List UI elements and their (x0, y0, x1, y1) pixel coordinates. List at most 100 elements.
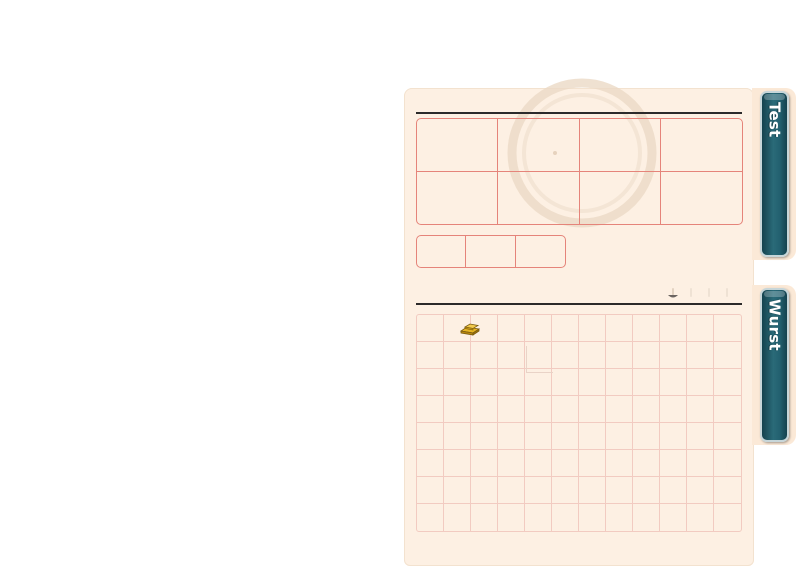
tab-test[interactable]: Test (760, 91, 789, 257)
gold-bars-icon[interactable] (459, 322, 483, 336)
inventory-slot[interactable] (660, 315, 687, 342)
inventory-slot[interactable] (471, 369, 498, 396)
inventory-slot[interactable] (579, 315, 606, 342)
inventory-slot[interactable] (525, 396, 552, 423)
inventory-slot[interactable] (579, 477, 606, 504)
inventory-slot[interactable] (525, 315, 552, 342)
quick-slot[interactable] (417, 236, 467, 267)
inventory-slot[interactable] (417, 423, 444, 450)
inventory-slot[interactable] (552, 450, 579, 477)
page-tick[interactable] (726, 288, 728, 297)
inventory-slot[interactable] (498, 369, 525, 396)
inventory-slot[interactable] (498, 315, 525, 342)
inventory-slot[interactable] (606, 504, 633, 531)
tab-wurst[interactable]: Wurst (760, 288, 789, 442)
equipment-slot[interactable] (417, 119, 499, 172)
inventory-slot[interactable] (660, 423, 687, 450)
inventory-slot[interactable] (525, 477, 552, 504)
equipment-slot[interactable] (498, 171, 580, 224)
equipment-slot[interactable] (579, 119, 661, 172)
inventory-slot[interactable] (714, 450, 741, 477)
inventory-slot[interactable] (552, 504, 579, 531)
inventory-slot[interactable] (417, 315, 444, 342)
inventory-slot[interactable] (471, 504, 498, 531)
inventory-slot[interactable] (687, 369, 714, 396)
inventory-slot[interactable] (660, 450, 687, 477)
inventory-slot[interactable] (714, 342, 741, 369)
inventory-slot[interactable] (444, 396, 471, 423)
inventory-slot[interactable] (525, 369, 552, 396)
inventory-slot[interactable] (606, 369, 633, 396)
inventory-slot[interactable] (714, 477, 741, 504)
inventory-slot[interactable] (633, 342, 660, 369)
inventory-slot[interactable] (525, 450, 552, 477)
inventory-slot[interactable] (444, 342, 471, 369)
inventory-slot[interactable] (606, 342, 633, 369)
inventory-slot[interactable] (606, 450, 633, 477)
inventory-slot[interactable] (417, 369, 444, 396)
inventory-slot[interactable] (552, 369, 579, 396)
inventory-slot[interactable] (579, 450, 606, 477)
inventory-slot[interactable] (714, 396, 741, 423)
inventory-slot[interactable] (687, 477, 714, 504)
equipment-slot[interactable] (580, 171, 661, 224)
equipment-slot[interactable] (661, 172, 742, 225)
inventory-slot[interactable] (444, 450, 471, 477)
inventory-slot[interactable] (633, 504, 660, 531)
inventory-slot[interactable] (633, 450, 660, 477)
inventory-slot[interactable] (714, 369, 741, 396)
inventory-slot[interactable] (498, 396, 525, 423)
inventory-slot[interactable] (552, 342, 579, 369)
inventory-slot[interactable] (579, 423, 606, 450)
inventory-slot[interactable] (633, 477, 660, 504)
inventory-slot[interactable] (471, 342, 498, 369)
inventory-slot[interactable] (498, 450, 525, 477)
inventory-slot[interactable] (687, 342, 714, 369)
inventory-slot[interactable] (552, 423, 579, 450)
page-tick[interactable] (690, 288, 692, 297)
inventory-slot[interactable] (714, 315, 741, 342)
inventory-slot[interactable] (660, 504, 687, 531)
inventory-slot[interactable] (552, 315, 579, 342)
inventory-slot[interactable] (606, 315, 633, 342)
inventory-slot[interactable] (417, 504, 444, 531)
inventory-slot[interactable] (579, 396, 606, 423)
inventory-slot[interactable] (633, 315, 660, 342)
inventory-slot[interactable] (498, 423, 525, 450)
inventory-slot[interactable] (606, 396, 633, 423)
inventory-slot[interactable] (417, 477, 444, 504)
inventory-slot[interactable] (417, 342, 444, 369)
inventory-slot[interactable] (498, 342, 525, 369)
quick-slot[interactable] (516, 236, 565, 267)
inventory-slot[interactable] (687, 396, 714, 423)
inventory-slot[interactable] (687, 504, 714, 531)
inventory-slot[interactable] (444, 423, 471, 450)
quick-slot[interactable] (466, 236, 516, 267)
inventory-slot[interactable] (714, 504, 741, 531)
inventory-slot[interactable] (525, 504, 552, 531)
inventory-slot[interactable] (444, 369, 471, 396)
inventory-slot[interactable] (714, 423, 741, 450)
equipment-slot[interactable] (498, 119, 580, 172)
inventory-slot[interactable] (660, 369, 687, 396)
inventory-slot[interactable] (471, 477, 498, 504)
inventory-slot[interactable] (687, 450, 714, 477)
inventory-slot[interactable] (552, 396, 579, 423)
inventory-slot[interactable] (660, 342, 687, 369)
inventory-slot[interactable] (660, 396, 687, 423)
inventory-slot[interactable] (633, 369, 660, 396)
inventory-slot[interactable] (471, 423, 498, 450)
inventory-slot[interactable] (633, 396, 660, 423)
inventory-slot[interactable] (417, 396, 444, 423)
inventory-slot[interactable] (660, 477, 687, 504)
inventory-slot[interactable] (471, 396, 498, 423)
inventory-slot[interactable] (552, 477, 579, 504)
inventory-slot[interactable] (417, 450, 444, 477)
inventory-slot[interactable] (606, 477, 633, 504)
page-tick[interactable] (708, 288, 710, 297)
inventory-slot[interactable] (579, 504, 606, 531)
inventory-slot[interactable] (498, 504, 525, 531)
inventory-slot[interactable] (687, 315, 714, 342)
inventory-slot[interactable] (525, 423, 552, 450)
equipment-slot[interactable] (417, 171, 499, 224)
